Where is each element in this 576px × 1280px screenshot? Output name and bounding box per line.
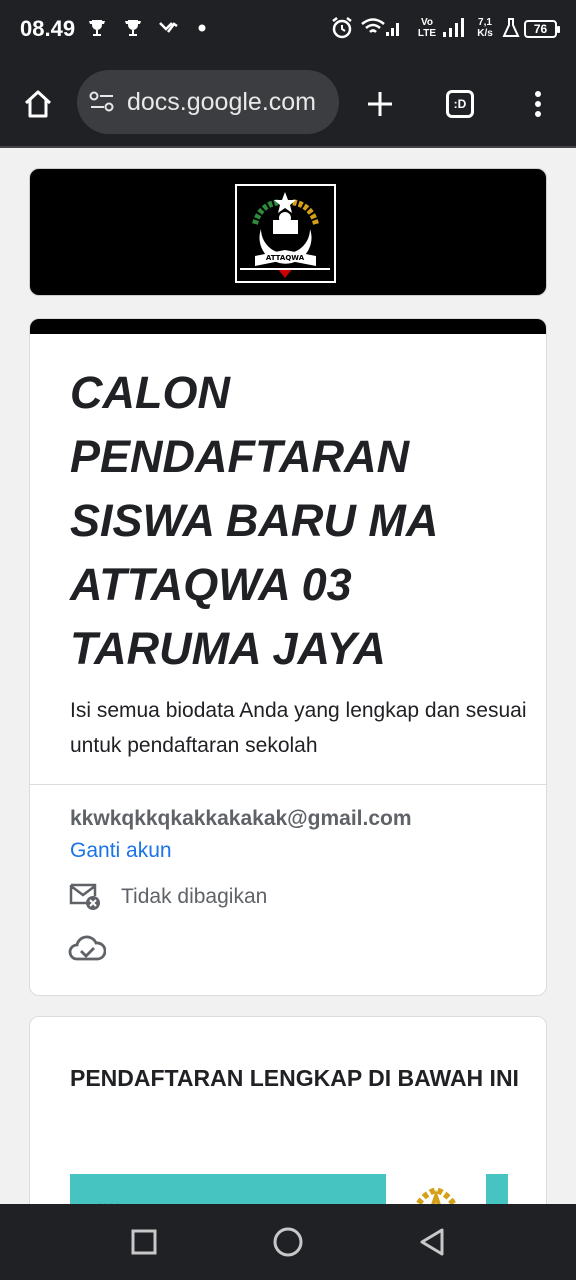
signal-icon xyxy=(442,14,466,42)
form-description: Isi semua biodata Anda yang lengkap dan … xyxy=(70,699,527,757)
browser-toolbar: docs.google.com :D xyxy=(0,58,576,148)
laurel-badge-icon xyxy=(415,1186,457,1204)
network-type: Vo LTE xyxy=(417,17,437,39)
account-email: kkwkqkkqkakkakakak@gmail.com xyxy=(70,807,412,830)
decorative-stripes xyxy=(98,1203,118,1204)
trophy-icon xyxy=(88,14,106,42)
battery-icon: 76 xyxy=(524,20,560,38)
logo-text: ATTAQWA xyxy=(266,254,305,262)
triangle-back-icon xyxy=(420,1228,444,1256)
alarm-icon xyxy=(330,14,354,42)
app-notification-icon xyxy=(158,14,178,42)
section-image xyxy=(70,1174,508,1204)
lab-flask-icon xyxy=(502,14,520,42)
tab-switcher-button[interactable]: :D xyxy=(440,84,480,124)
site-settings-icon[interactable] xyxy=(89,91,115,113)
not-shared-label: Tidak dibagikan xyxy=(121,885,268,908)
circle-icon xyxy=(273,1227,303,1257)
header-banner: ATTAQWA xyxy=(29,168,547,296)
card-divider xyxy=(30,784,546,785)
back-button[interactable] xyxy=(414,1224,450,1260)
browser-menu-button[interactable] xyxy=(518,84,558,124)
home-nav-button[interactable] xyxy=(270,1224,306,1260)
new-tab-button[interactable] xyxy=(360,84,400,124)
home-icon xyxy=(24,90,52,118)
form-title: CALON PENDAFTARAN SISWA BARU MA ATTAQWA … xyxy=(70,367,437,674)
image-white-panel xyxy=(386,1174,486,1204)
url-text: docs.google.com xyxy=(127,87,317,116)
system-nav-bar xyxy=(0,1204,576,1280)
mail-not-shared-icon xyxy=(69,883,100,910)
section-card: PENDAFTARAN LENGKAP DI BAWAH INI xyxy=(29,1016,547,1204)
more-vert-icon xyxy=(535,91,541,117)
home-button[interactable] xyxy=(18,84,58,124)
tab-count: :D xyxy=(446,90,474,118)
trophy-icon xyxy=(124,14,142,42)
wifi-icon xyxy=(360,14,400,42)
cloud-saved-icon xyxy=(68,935,106,961)
title-card-accent-bar xyxy=(30,319,546,334)
status-time: 08.49 xyxy=(20,16,76,41)
form-page[interactable]: ATTAQWA CALON PENDAFTARAN SISWA BARU MA … xyxy=(0,148,576,1204)
more-notifications-dot-icon xyxy=(198,14,206,42)
square-icon xyxy=(131,1229,157,1255)
address-bar[interactable]: docs.google.com xyxy=(77,70,339,134)
form-title-card: CALON PENDAFTARAN SISWA BARU MA ATTAQWA … xyxy=(29,318,547,996)
school-logo: ATTAQWA xyxy=(235,184,336,283)
network-speed: 7,1 K/s xyxy=(477,17,493,39)
plus-icon xyxy=(368,92,392,116)
status-bar: 08.49 Vo LTE 7,1 K/s 76 xyxy=(0,0,576,58)
recents-button[interactable] xyxy=(126,1224,162,1260)
section-title: PENDAFTARAN LENGKAP DI BAWAH INI xyxy=(70,1065,519,1091)
switch-account-link[interactable]: Ganti akun xyxy=(70,839,172,863)
